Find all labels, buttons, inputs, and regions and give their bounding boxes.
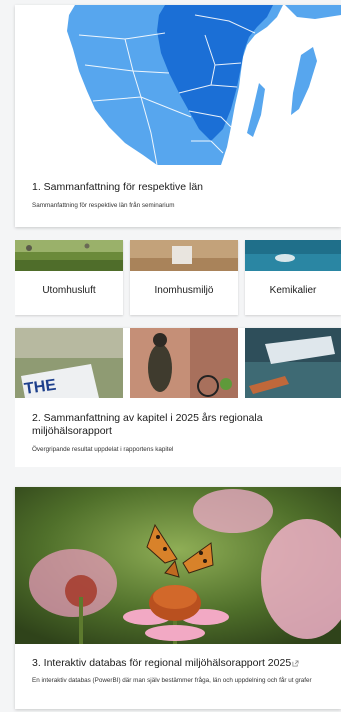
card-title-text: 3. Interaktiv databas för regional miljö… xyxy=(32,657,292,669)
butterfly-on-coneflower-image xyxy=(15,487,341,644)
sweden-map-image xyxy=(15,5,341,165)
category-tile-utomhusluft[interactable]: Utomhusluft xyxy=(15,240,123,315)
category-label: Inomhusmiljö xyxy=(154,285,214,296)
indoor-room-image xyxy=(130,240,238,271)
card-lan-summary[interactable]: 1. Sammanfattning för respektive län Sam… xyxy=(15,5,341,227)
bottle-in-water-image xyxy=(245,328,341,398)
water-surface-image xyxy=(245,240,341,271)
card-description: En interaktiv databas (PowerBI) där man … xyxy=(32,677,312,684)
category-label: Kemikalier xyxy=(269,285,317,296)
category-label: Utomhusluft xyxy=(42,285,96,296)
category-tile-inomhusmiljo[interactable]: Inomhusmiljö xyxy=(130,240,238,315)
category-tile-kemikalier[interactable]: Kemikalier xyxy=(245,240,341,315)
protest-sign-image: THE xyxy=(15,328,123,398)
card-chapter-summary[interactable]: Utomhusluft Inomhusmiljö Kemikalier THE xyxy=(15,240,341,467)
grass-field-image xyxy=(15,240,123,271)
cyclist-image xyxy=(130,328,238,398)
external-link-icon xyxy=(292,660,299,667)
card-title: 3. Interaktiv databas för regional miljö… xyxy=(32,657,333,670)
card-description: Sammanfattning för respektive län från s… xyxy=(32,202,175,209)
card-interactive-database[interactable]: 3. Interaktiv databas för regional miljö… xyxy=(15,487,341,709)
card-title: 2. Sammanfattning av kapitel i 2025 års … xyxy=(32,412,263,437)
card-title: 1. Sammanfattning för respektive län xyxy=(32,181,204,193)
card-description: Övergripande resultat uppdelat i rapport… xyxy=(32,446,174,453)
